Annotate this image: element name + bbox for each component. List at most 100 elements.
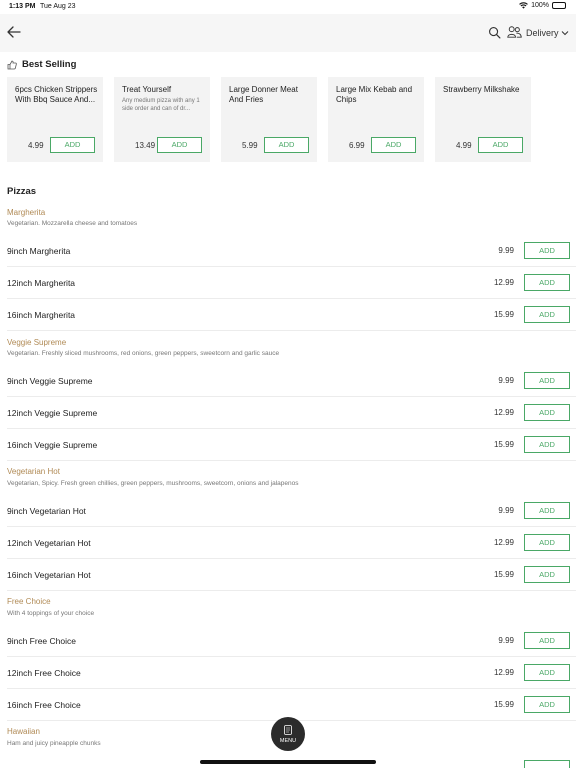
item-price: 15.99 — [493, 440, 514, 449]
item-name: 12inch Veggie Supreme — [7, 408, 98, 418]
add-button[interactable]: ADD — [264, 137, 309, 153]
divider — [7, 590, 576, 591]
pizza-group-name: Margherita — [7, 208, 46, 217]
card-price: 4.99 — [456, 141, 472, 150]
add-button[interactable]: ADD — [524, 632, 570, 649]
item-name: 12inch Vegetarian Hot — [7, 538, 91, 548]
best-selling-card[interactable]: 6pcs Chicken Strippers With Bbq Sauce An… — [7, 77, 103, 162]
add-button[interactable]: ADD — [524, 372, 570, 389]
add-button[interactable]: ADD — [524, 242, 570, 259]
add-button[interactable]: ADD — [478, 137, 523, 153]
add-button[interactable]: ADD — [50, 137, 95, 153]
battery-percent: 100% — [531, 2, 549, 9]
add-button[interactable]: ADD — [524, 404, 570, 421]
add-button[interactable]: ADD — [524, 436, 570, 453]
pizza-group-desc: Vegetarian. Mozzarella cheese and tomato… — [7, 220, 138, 227]
best-selling-carousel[interactable]: 6pcs Chicken Strippers With Bbq Sauce An… — [7, 77, 576, 162]
thumbs-up-icon — [7, 60, 17, 69]
item-price: 12.99 — [493, 278, 514, 287]
item-name: 16inch Vegetarian Hot — [7, 570, 91, 580]
pizza-group-desc: Vegetarian. Freshly sliced mushrooms, re… — [7, 350, 280, 357]
pizza-group-desc: With 4 toppings of your choice — [7, 610, 95, 617]
add-button[interactable]: ADD — [524, 664, 570, 681]
menu-item-row[interactable]: 9inch Margherita 9.99 ADD — [0, 235, 576, 267]
card-name: Large Mix Kebab and Chips — [336, 85, 413, 104]
menu-button-label: MENU — [279, 738, 297, 744]
card-price: 4.99 — [28, 141, 44, 150]
item-name: 9inch Margherita — [7, 246, 71, 256]
item-price: 9.99 — [498, 246, 514, 255]
add-button[interactable]: ADD — [524, 306, 570, 323]
add-button[interactable]: ADD — [157, 137, 202, 153]
best-selling-card[interactable]: Strawberry Milkshake 4.99 ADD — [435, 77, 531, 162]
status-right: 100% — [519, 2, 566, 9]
search-icon[interactable] — [488, 26, 501, 39]
divider — [7, 460, 576, 461]
best-selling-card[interactable]: Large Donner Meat And Fries 5.99 ADD — [221, 77, 317, 162]
pizza-group-name: Free Choice — [7, 597, 51, 606]
status-bar: 1:13 PM Tue Aug 23 100% — [0, 0, 576, 14]
pizzas-section-title: Pizzas — [7, 186, 37, 197]
add-button[interactable]: ADD — [524, 566, 570, 583]
item-price: 9.99 — [498, 636, 514, 645]
add-button[interactable] — [524, 760, 570, 768]
item-price: 15.99 — [493, 570, 514, 579]
best-selling-card[interactable]: Large Mix Kebab and Chips 6.99 ADD — [328, 77, 424, 162]
item-name: 16inch Free Choice — [7, 700, 81, 710]
item-name: 9inch Veggie Supreme — [7, 376, 93, 386]
divider — [7, 330, 576, 331]
chevron-down-icon[interactable] — [561, 29, 569, 37]
card-desc: Any medium pizza with any 1 side order a… — [122, 98, 200, 112]
pizza-group-name: Vegetarian Hot — [7, 467, 60, 476]
menu-item-row[interactable]: 12inch Margherita 12.99 ADD — [0, 267, 576, 299]
card-name: Strawberry Milkshake — [443, 85, 520, 94]
home-indicator — [200, 760, 376, 764]
add-button[interactable]: ADD — [524, 274, 570, 291]
card-price: 6.99 — [349, 141, 365, 150]
item-price: 12.99 — [493, 408, 514, 417]
add-button[interactable]: ADD — [371, 137, 416, 153]
people-icon[interactable] — [507, 25, 522, 39]
item-name: 12inch Margherita — [7, 278, 76, 288]
best-selling-card[interactable]: Treat Yourself Any medium pizza with any… — [114, 77, 210, 162]
add-button[interactable]: ADD — [524, 534, 570, 551]
menu-item-row[interactable]: 9inch Veggie Supreme 9.99 ADD — [0, 365, 576, 397]
item-name: 16inch Margherita — [7, 310, 76, 320]
item-name: 12inch Free Choice — [7, 668, 81, 678]
card-price: 5.99 — [242, 141, 258, 150]
card-name: Treat Yourself — [122, 85, 172, 94]
add-button[interactable]: ADD — [524, 502, 570, 519]
item-price: 12.99 — [493, 538, 514, 547]
item-name: 9inch Vegetarian Hot — [7, 506, 86, 516]
card-name: Large Donner Meat And Fries — [229, 85, 298, 104]
item-price: 9.99 — [498, 506, 514, 515]
item-name: 16inch Veggie Supreme — [7, 440, 98, 450]
menu-item-row[interactable]: 16inch Veggie Supreme 15.99 ADD — [0, 429, 576, 461]
menu-item-row[interactable]: 9inch Free Choice 9.99 ADD — [0, 625, 576, 657]
menu-item-row[interactable]: 16inch Vegetarian Hot 15.99 ADD — [0, 559, 576, 591]
card-price: 13.49 — [135, 141, 156, 150]
pizza-group-desc: Vegetarian, Spicy. Fresh green chillies,… — [7, 480, 299, 487]
menu-item-row[interactable]: 12inch Veggie Supreme 12.99 ADD — [0, 397, 576, 429]
wifi-icon — [519, 2, 528, 9]
status-date: Tue Aug 23 — [40, 3, 76, 10]
pizza-group-name: Veggie Supreme — [7, 338, 67, 347]
best-selling-header: Best Selling — [7, 59, 76, 70]
menu-book-icon — [284, 725, 292, 735]
delivery-mode-selector[interactable]: Delivery — [526, 28, 559, 38]
item-price: 15.99 — [493, 310, 514, 319]
pizza-group-name: Hawaiian — [7, 727, 40, 736]
item-name: 9inch Free Choice — [7, 636, 76, 646]
menu-button[interactable]: MENU — [271, 717, 305, 751]
menu-item-row[interactable]: 9inch Vegetarian Hot 9.99 ADD — [0, 495, 576, 527]
menu-item-row[interactable]: 16inch Margherita 15.99 ADD — [0, 299, 576, 331]
top-nav-bar: Delivery — [0, 14, 576, 52]
item-price: 15.99 — [493, 700, 514, 709]
menu-item-row[interactable]: 12inch Free Choice 12.99 ADD — [0, 657, 576, 689]
best-selling-title: Best Selling — [22, 59, 77, 70]
pizza-group-desc: Ham and juicy pineapple chunks — [7, 740, 101, 747]
add-button[interactable]: ADD — [524, 696, 570, 713]
menu-item-row[interactable]: 12inch Vegetarian Hot 12.99 ADD — [0, 527, 576, 559]
back-arrow-icon[interactable] — [6, 24, 22, 40]
item-price: 12.99 — [493, 668, 514, 677]
